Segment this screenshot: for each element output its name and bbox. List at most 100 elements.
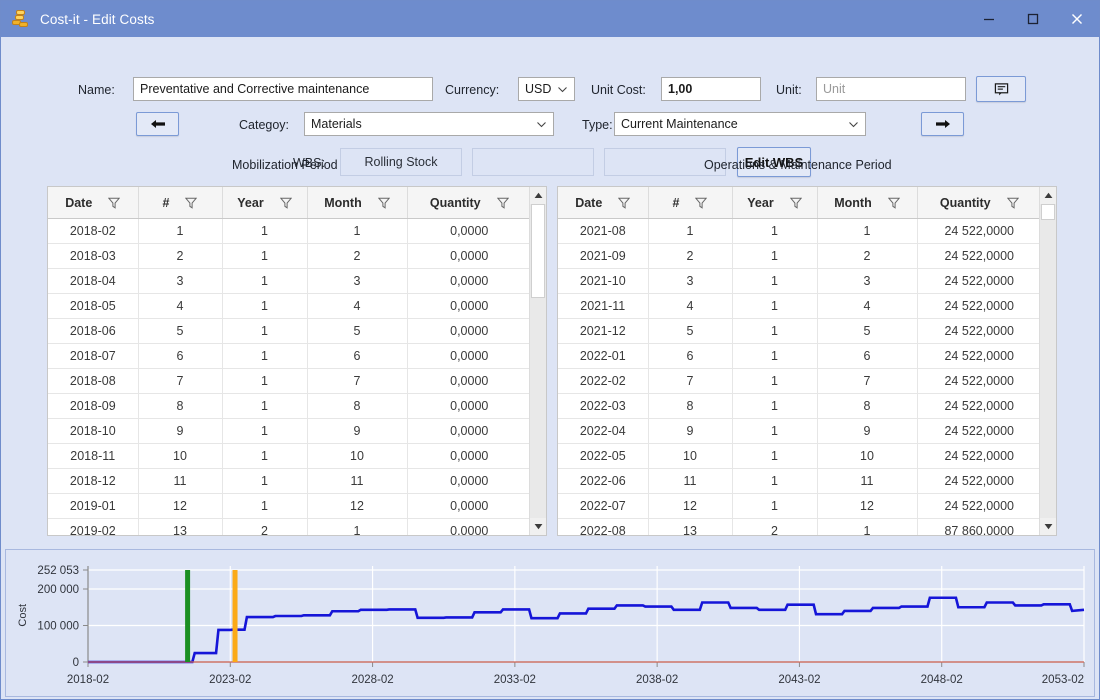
- column-header-label: #: [162, 195, 170, 210]
- cell-month: 1: [307, 218, 408, 244]
- wbs-level-2[interactable]: [472, 148, 594, 176]
- table-row[interactable]: 2018-05 4 1 4 0,0000: [48, 293, 529, 319]
- scroll-track[interactable]: [1040, 204, 1056, 518]
- table-row[interactable]: 2018-02 1 1 1 0,0000: [48, 218, 529, 244]
- filter-icon[interactable]: [887, 197, 900, 209]
- table-row[interactable]: 2018-10 9 1 9 0,0000: [48, 418, 529, 444]
- scroll-thumb[interactable]: [1041, 204, 1055, 220]
- scroll-down-button[interactable]: [1040, 518, 1056, 535]
- cell-date: 2018-03: [48, 243, 139, 269]
- scroll-up-button[interactable]: [530, 187, 546, 204]
- table-row[interactable]: 2022-01 6 1 6 24 522,0000: [558, 343, 1039, 369]
- filter-icon: [1006, 197, 1019, 209]
- minimize-button[interactable]: [967, 1, 1011, 37]
- table-row[interactable]: 2019-01 12 1 12 0,0000: [48, 493, 529, 519]
- column-header-month[interactable]: Month: [817, 187, 918, 219]
- column-header-quantity[interactable]: Quantity: [407, 187, 529, 219]
- table-row[interactable]: 2018-04 3 1 3 0,0000: [48, 268, 529, 294]
- filter-icon[interactable]: [618, 197, 631, 209]
- table-row[interactable]: 2021-09 2 1 2 24 522,0000: [558, 243, 1039, 269]
- filter-icon[interactable]: [695, 197, 708, 209]
- table-row[interactable]: 2022-04 9 1 9 24 522,0000: [558, 418, 1039, 444]
- table-row[interactable]: 2022-03 8 1 8 24 522,0000: [558, 393, 1039, 419]
- column-header-[interactable]: #: [648, 187, 733, 219]
- cell-: 3: [648, 268, 733, 294]
- cell-month: 12: [307, 493, 408, 519]
- vertical-scrollbar[interactable]: [529, 187, 546, 535]
- cell-year: 1: [732, 268, 818, 294]
- cell-year: 1: [222, 243, 308, 269]
- column-header-date[interactable]: Date: [558, 187, 649, 219]
- cell-year: 1: [222, 468, 308, 494]
- cell-quantity: 0,0000: [407, 518, 529, 535]
- table-row[interactable]: 2022-08 13 2 1 87 860,0000: [558, 518, 1039, 535]
- chevron-down-icon: [848, 119, 859, 130]
- type-select[interactable]: Current Maintenance: [614, 112, 866, 136]
- close-button[interactable]: [1055, 1, 1099, 37]
- unit-cost-input[interactable]: 1,00: [661, 77, 761, 101]
- filter-icon[interactable]: [377, 197, 390, 209]
- table-row[interactable]: 2019-02 13 2 1 0,0000: [48, 518, 529, 535]
- maximize-button[interactable]: [1011, 1, 1055, 37]
- table-row[interactable]: 2018-08 7 1 7 0,0000: [48, 368, 529, 394]
- column-header-date[interactable]: Date: [48, 187, 139, 219]
- category-select[interactable]: Materials: [304, 112, 554, 136]
- cell-year: 1: [732, 343, 818, 369]
- filter-icon[interactable]: [108, 197, 121, 209]
- unit-input[interactable]: Unit: [816, 77, 966, 101]
- column-header-month[interactable]: Month: [307, 187, 408, 219]
- filter-icon[interactable]: [279, 197, 292, 209]
- table-row[interactable]: 2018-12 11 1 11 0,0000: [48, 468, 529, 494]
- cell-month: 6: [817, 343, 918, 369]
- x-tick-label: 2023-02: [209, 674, 251, 686]
- table-row[interactable]: 2022-06 11 1 11 24 522,0000: [558, 468, 1039, 494]
- filter-icon[interactable]: [496, 197, 509, 209]
- cell-date: 2018-12: [48, 468, 139, 494]
- cell-month: 1: [817, 518, 918, 535]
- left-pane-title: Mobilization Period: [232, 158, 338, 172]
- caret-down-icon: [534, 524, 542, 530]
- window-title: Cost-it - Edit Costs: [40, 11, 155, 27]
- cell-quantity: 24 522,0000: [917, 318, 1039, 344]
- arrow-left-icon: [150, 120, 165, 128]
- filter-icon: [108, 197, 121, 209]
- wbs-level-1[interactable]: Rolling Stock: [340, 148, 462, 176]
- cell-month: 4: [817, 293, 918, 319]
- cell-year: 2: [222, 518, 308, 535]
- filter-icon[interactable]: [185, 197, 198, 209]
- table-row[interactable]: 2018-07 6 1 6 0,0000: [48, 343, 529, 369]
- table-row[interactable]: 2018-09 8 1 8 0,0000: [48, 393, 529, 419]
- previous-button[interactable]: [136, 112, 179, 136]
- table-row[interactable]: 2022-07 12 1 12 24 522,0000: [558, 493, 1039, 519]
- scroll-down-button[interactable]: [530, 518, 546, 535]
- scroll-up-button[interactable]: [1040, 187, 1056, 204]
- cell-year: 1: [222, 218, 308, 244]
- table-row[interactable]: 2018-03 2 1 2 0,0000: [48, 243, 529, 269]
- table-row[interactable]: 2022-02 7 1 7 24 522,0000: [558, 368, 1039, 394]
- vertical-scrollbar[interactable]: [1039, 187, 1056, 535]
- table-row[interactable]: 2018-11 10 1 10 0,0000: [48, 443, 529, 469]
- cell-date: 2022-01: [558, 343, 649, 369]
- table-row[interactable]: 2021-11 4 1 4 24 522,0000: [558, 293, 1039, 319]
- y-tick-label: 200 000: [37, 584, 79, 596]
- column-header-year[interactable]: Year: [732, 187, 818, 219]
- next-button[interactable]: [921, 112, 964, 136]
- cell-quantity: 24 522,0000: [917, 393, 1039, 419]
- filter-icon[interactable]: [789, 197, 802, 209]
- cell-quantity: 0,0000: [407, 243, 529, 269]
- scroll-thumb[interactable]: [531, 204, 545, 299]
- filter-icon[interactable]: [1006, 197, 1019, 209]
- table-row[interactable]: 2021-10 3 1 3 24 522,0000: [558, 268, 1039, 294]
- column-header-[interactable]: #: [138, 187, 223, 219]
- name-input[interactable]: Preventative and Corrective maintenance: [133, 77, 433, 101]
- cell-quantity: 0,0000: [407, 268, 529, 294]
- column-header-quantity[interactable]: Quantity: [917, 187, 1039, 219]
- table-row[interactable]: 2021-08 1 1 1 24 522,0000: [558, 218, 1039, 244]
- table-row[interactable]: 2021-12 5 1 5 24 522,0000: [558, 318, 1039, 344]
- note-button[interactable]: [976, 76, 1026, 102]
- column-header-year[interactable]: Year: [222, 187, 308, 219]
- table-row[interactable]: 2018-06 5 1 5 0,0000: [48, 318, 529, 344]
- cell-date: 2019-01: [48, 493, 139, 519]
- table-row[interactable]: 2022-05 10 1 10 24 522,0000: [558, 443, 1039, 469]
- currency-select[interactable]: USD: [518, 77, 575, 101]
